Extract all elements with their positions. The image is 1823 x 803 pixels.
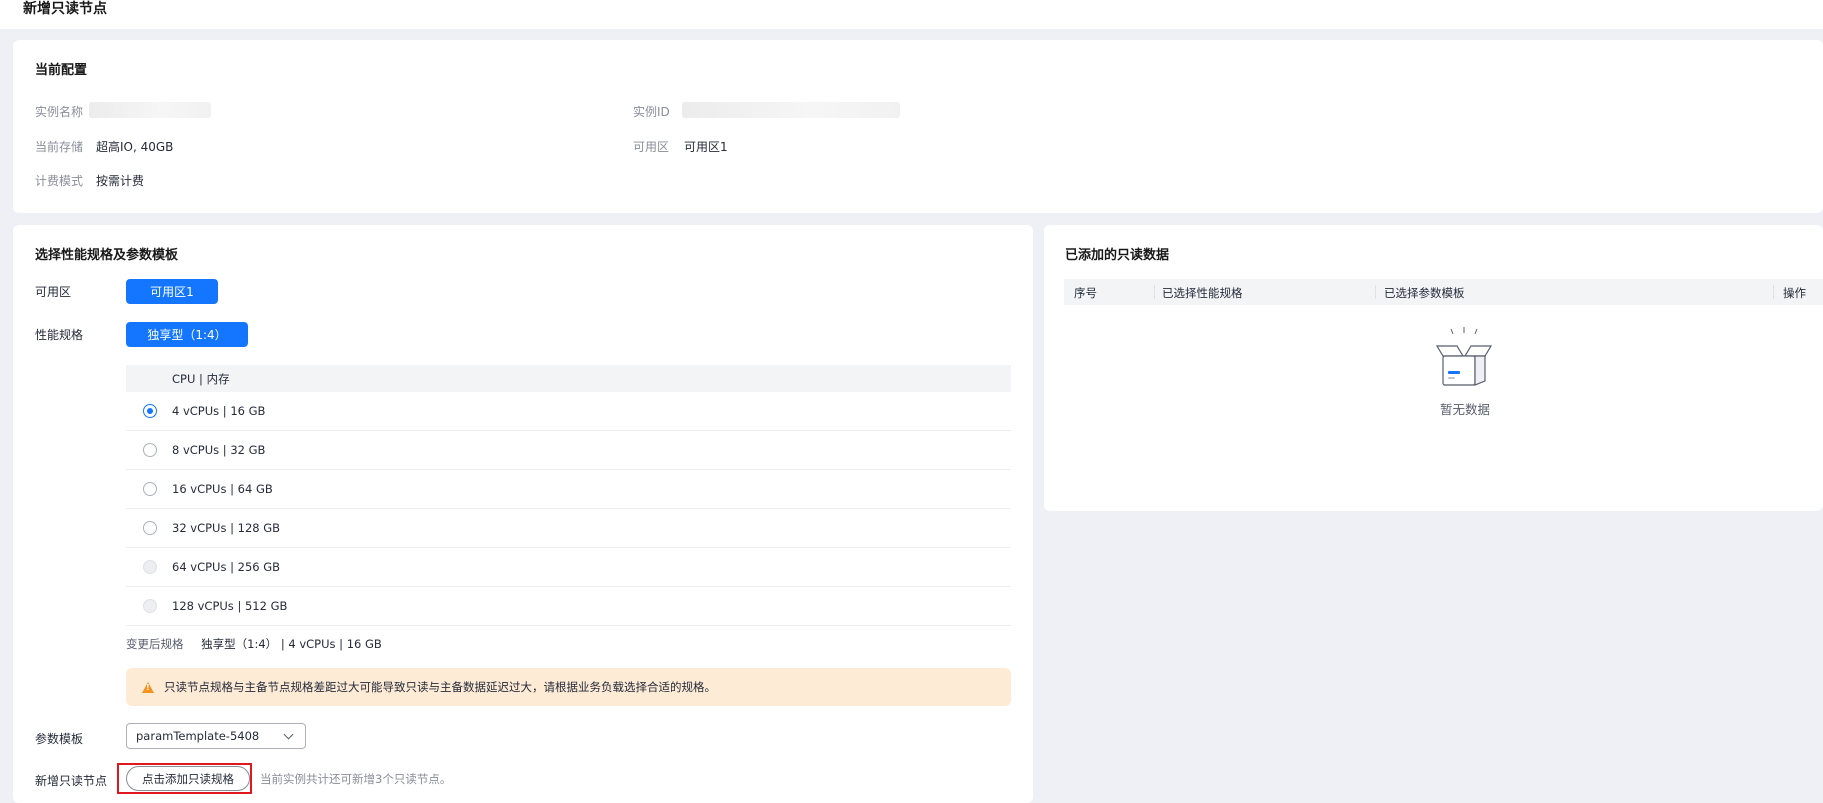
add-readonly-spec-button[interactable]: 点击添加只读规格 bbox=[126, 766, 250, 791]
radio-button[interactable] bbox=[143, 482, 157, 496]
billing-value: 按需计费 bbox=[96, 174, 145, 188]
radio-button-disabled bbox=[143, 599, 157, 613]
column-action: 操作 bbox=[1783, 286, 1806, 300]
spec-row[interactable]: 16 vCPUs | 64 GB bbox=[126, 470, 1011, 509]
zone-option-button[interactable]: 可用区1 bbox=[126, 279, 218, 304]
zone-info-label: 可用区 bbox=[633, 140, 670, 154]
spec-row-label: 16 vCPUs | 64 GB bbox=[172, 482, 273, 496]
radio-button-disabled bbox=[143, 560, 157, 574]
spec-row: 128 vCPUs | 512 GB bbox=[126, 587, 1011, 626]
instance-id-value bbox=[682, 102, 900, 118]
empty-state-text: 暂无数据 bbox=[1440, 402, 1491, 417]
param-template-label: 参数模板 bbox=[35, 732, 84, 746]
page-title: 新增只读节点 bbox=[23, 1, 107, 17]
radio-button[interactable] bbox=[143, 443, 157, 457]
spec-row-label: 8 vCPUs | 32 GB bbox=[172, 443, 266, 457]
spec-row-label: 4 vCPUs | 16 GB bbox=[172, 404, 266, 418]
spec-selection-title: 选择性能规格及参数模板 bbox=[35, 248, 179, 263]
spec-row-label: 128 vCPUs | 512 GB bbox=[172, 599, 288, 613]
add-readonly-hint: 当前实例共计还可新增3个只读节点。 bbox=[260, 772, 452, 786]
radio-button[interactable] bbox=[143, 404, 157, 418]
billing-label: 计费模式 bbox=[35, 174, 84, 188]
spec-table: CPU | 内存 4 vCPUs | 16 GB 8 vCPUs | 32 GB… bbox=[126, 365, 1011, 626]
summary-spec: | 4 vCPUs | 16 GB bbox=[280, 637, 382, 651]
param-template-select[interactable]: paramTemplate-5408 bbox=[126, 723, 306, 749]
instance-name-value bbox=[89, 102, 211, 118]
spec-row[interactable]: 8 vCPUs | 32 GB bbox=[126, 431, 1011, 470]
spec-row: 64 vCPUs | 256 GB bbox=[126, 548, 1011, 587]
add-readonly-label: 新增只读节点 bbox=[35, 774, 108, 788]
column-template: 已选择参数模板 bbox=[1384, 286, 1465, 300]
current-config-card bbox=[13, 40, 1823, 213]
spec-row[interactable]: 4 vCPUs | 16 GB bbox=[126, 392, 1011, 431]
storage-label: 当前存储 bbox=[35, 140, 84, 154]
flavor-type-button[interactable]: 独享型（1:4） bbox=[126, 322, 248, 347]
empty-box-icon bbox=[1435, 327, 1493, 386]
flavor-label: 性能规格 bbox=[35, 328, 84, 342]
zone-info-value: 可用区1 bbox=[684, 140, 728, 154]
spec-row-label: 64 vCPUs | 256 GB bbox=[172, 560, 281, 574]
selected-spec-summary: 变更后规格 独享型（1:4） | 4 vCPUs | 16 GB bbox=[126, 636, 382, 652]
zone-label: 可用区 bbox=[35, 285, 72, 299]
instance-id-label: 实例ID bbox=[633, 105, 670, 119]
current-config-title: 当前配置 bbox=[35, 63, 88, 78]
warning-banner: 只读节点规格与主备节点规格差距过大可能导致只读与主备数据延迟过大，请根据业务负载… bbox=[126, 668, 1011, 706]
spec-row-label: 32 vCPUs | 128 GB bbox=[172, 521, 281, 535]
warning-text: 只读节点规格与主备节点规格差距过大可能导致只读与主备数据延迟过大，请根据业务负载… bbox=[164, 680, 716, 694]
column-divider bbox=[1154, 285, 1155, 299]
spec-row[interactable]: 32 vCPUs | 128 GB bbox=[126, 509, 1011, 548]
radio-button[interactable] bbox=[143, 521, 157, 535]
added-readonly-title: 已添加的只读数据 bbox=[1065, 248, 1170, 263]
page-header: 新增只读节点 bbox=[0, 0, 1823, 29]
column-index: 序号 bbox=[1074, 286, 1097, 300]
column-divider bbox=[1375, 285, 1376, 299]
warning-icon bbox=[142, 681, 154, 693]
summary-label: 变更后规格 bbox=[126, 637, 184, 651]
summary-type: 独享型（1:4） bbox=[201, 637, 278, 651]
added-table-header: 序号 已选择性能规格 已选择参数模板 操作 bbox=[1064, 279, 1823, 305]
column-divider bbox=[1773, 285, 1774, 299]
spec-table-header: CPU | 内存 bbox=[126, 365, 1011, 392]
storage-value: 超高IO, 40GB bbox=[96, 140, 174, 154]
param-template-value: paramTemplate-5408 bbox=[136, 729, 260, 743]
column-spec: 已选择性能规格 bbox=[1162, 286, 1243, 300]
chevron-down-icon bbox=[283, 729, 294, 740]
instance-name-label: 实例名称 bbox=[35, 105, 84, 119]
